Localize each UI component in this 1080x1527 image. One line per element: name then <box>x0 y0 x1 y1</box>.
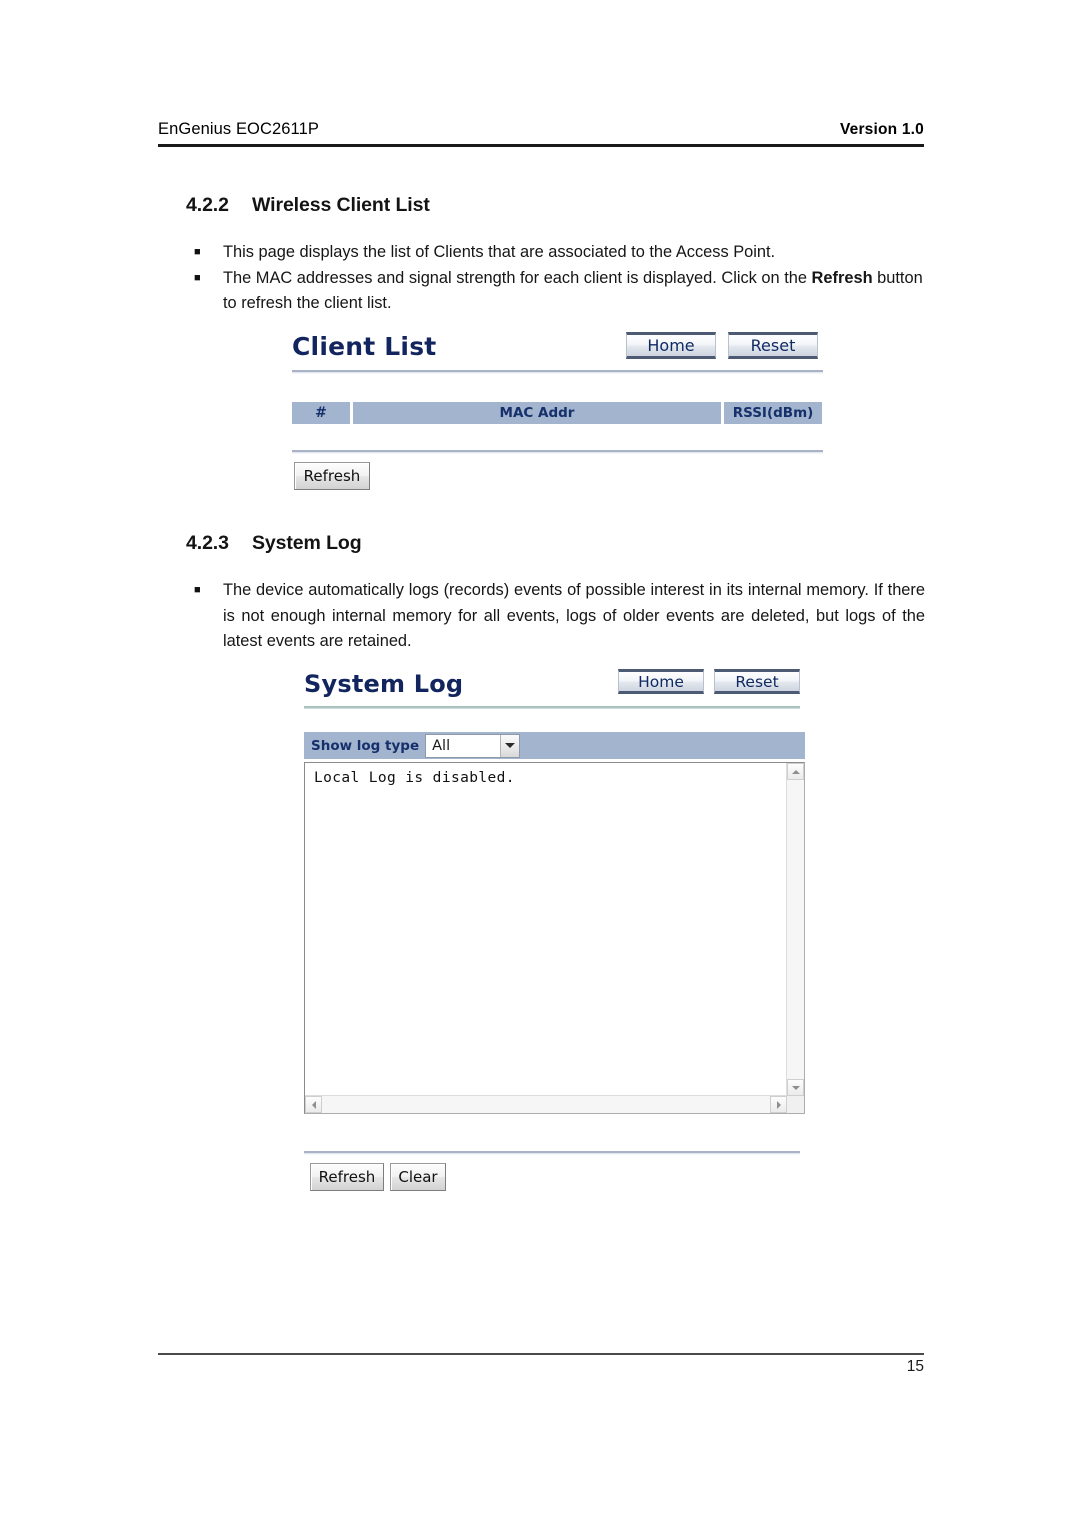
heading-wireless-client-list: 4.2.2 Wireless Client List <box>186 194 430 217</box>
clear-button[interactable]: Clear <box>390 1163 446 1191</box>
reset-button[interactable]: Reset <box>728 332 818 359</box>
triangle-glyph <box>776 1100 781 1109</box>
log-type-selected-value: All <box>426 734 501 757</box>
table-bottom-divider <box>292 450 823 454</box>
bullet-item: ■ This page displays the list of Clients… <box>190 240 925 266</box>
horizontal-scrollbar[interactable] <box>305 1095 787 1113</box>
refresh-button[interactable]: Refresh <box>310 1163 384 1191</box>
vertical-scrollbar[interactable] <box>786 763 804 1096</box>
triangle-glyph <box>311 1100 316 1109</box>
log-type-select[interactable]: All <box>425 733 521 758</box>
title-divider <box>292 370 823 374</box>
reset-button[interactable]: Reset <box>714 669 800 694</box>
scroll-left-icon[interactable] <box>305 1096 322 1113</box>
scroll-up-icon[interactable] <box>787 763 804 780</box>
client-list-ui-title: Client List <box>292 332 437 361</box>
log-type-bar: Show log type All <box>304 732 805 759</box>
client-list-bullets: ■ This page displays the list of Clients… <box>190 240 925 317</box>
page-number: 15 <box>906 1358 924 1375</box>
column-header-index: # <box>315 405 327 421</box>
heading-system-log: 4.2.3 System Log <box>186 532 362 555</box>
triangle-glyph <box>791 769 800 774</box>
chevron-down-icon[interactable] <box>500 734 520 757</box>
home-button[interactable]: Home <box>618 669 704 694</box>
heading-text-423: System Log <box>252 532 362 554</box>
column-header-rssi: RSSI(dBm) <box>732 405 814 421</box>
client-list-screenshot: Client List Home Reset # MAC Addr RSSI(d… <box>290 326 825 496</box>
bullet-item: ■ The device automatically logs (records… <box>190 578 925 655</box>
header-product: EnGenius EOC2611P <box>158 120 319 138</box>
system-log-screenshot: System Log Home Reset Show log type All … <box>302 666 812 1206</box>
running-header: EnGenius EOC2611P Version 1.0 <box>158 120 924 139</box>
square-bullet-icon: ■ <box>194 246 201 258</box>
heading-number-423: 4.2.3 <box>186 532 229 554</box>
caret-glyph <box>505 743 516 748</box>
scroll-right-icon[interactable] <box>770 1096 787 1113</box>
bullet-text: The MAC addresses and signal strength fo… <box>223 266 925 317</box>
system-log-ui-title: System Log <box>304 670 464 698</box>
refresh-button[interactable]: Refresh <box>294 462 370 490</box>
bullet-item: ■ The MAC addresses and signal strength … <box>190 266 925 317</box>
column-header-mac-addr: MAC Addr <box>499 405 575 421</box>
title-divider <box>304 706 800 709</box>
bullet-text-bold: Refresh <box>811 268 873 287</box>
scrollbar-corner <box>787 1096 804 1113</box>
client-table-header: # MAC Addr RSSI(dBm) <box>292 402 822 424</box>
bullet-text: This page displays the list of Clients t… <box>223 243 776 261</box>
document-page: EnGenius EOC2611P Version 1.0 4.2.2 Wirel… <box>0 0 1080 1527</box>
square-bullet-icon: ■ <box>194 271 201 284</box>
bullet-text: The device automatically logs (records) … <box>223 581 925 650</box>
square-bullet-icon: ■ <box>194 584 201 596</box>
heading-number-422: 4.2.2 <box>186 194 229 216</box>
footer-divider <box>158 1353 924 1355</box>
heading-text-422: Wireless Client List <box>252 194 430 216</box>
buttons-divider <box>304 1151 800 1155</box>
scroll-down-icon[interactable] <box>787 1079 804 1096</box>
home-button[interactable]: Home <box>626 332 716 359</box>
header-version: Version 1.0 <box>839 121 924 138</box>
system-log-bullets: ■ The device automatically logs (records… <box>190 578 925 655</box>
log-type-label: Show log type <box>311 737 420 754</box>
triangle-glyph <box>791 1085 800 1090</box>
log-content-text: Local Log is disabled. <box>314 770 515 786</box>
header-divider <box>158 144 924 147</box>
bullet-text-part1: The MAC addresses and signal strength fo… <box>223 268 812 287</box>
log-textarea[interactable]: Local Log is disabled. <box>304 762 805 1114</box>
